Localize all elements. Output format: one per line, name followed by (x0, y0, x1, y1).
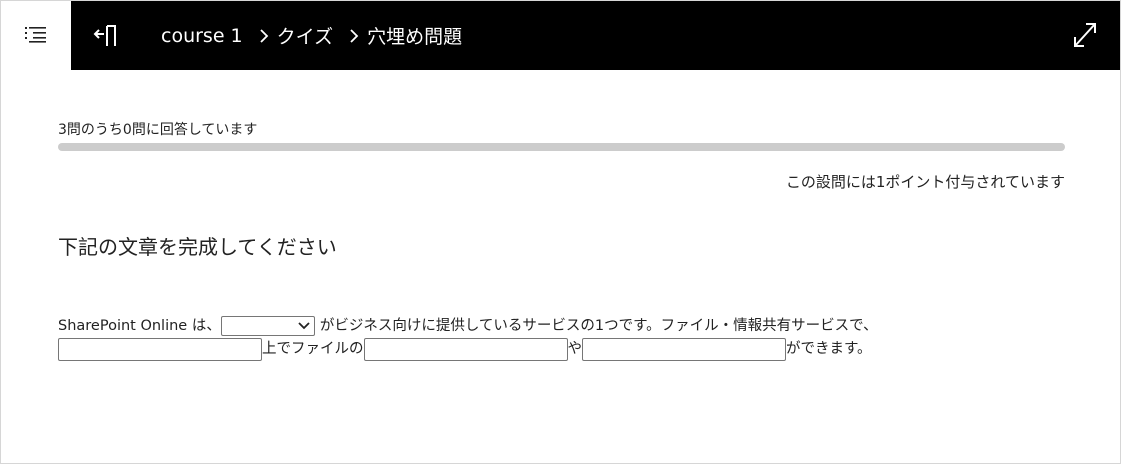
breadcrumb-current: 穴埋め問題 (367, 26, 463, 48)
chevron-down-icon (298, 315, 310, 337)
exit-door-icon (93, 25, 123, 54)
breadcrumb-section[interactable]: クイズ (277, 22, 333, 49)
chevron-right-icon (259, 28, 269, 44)
progress-text: 3問のうち0問に回答しています (58, 122, 258, 138)
points-info: この設問には1ポイント付与されています (785, 173, 1065, 191)
question-line-2: 上でファイルの や ができます。 (58, 337, 878, 361)
question-title: 下記の文章を完成してください (58, 235, 337, 259)
chevron-right-icon (349, 28, 359, 44)
blank-input-3[interactable] (582, 337, 786, 361)
text-segment: がビジネス向けに提供しているサービスの1つです。ファイル・情報共有サービスで、 (319, 318, 878, 334)
fullscreen-button[interactable] (1072, 21, 1098, 49)
answer-dropdown[interactable] (220, 315, 315, 337)
expand-diagonal-icon (1072, 23, 1098, 53)
progress-bar (58, 143, 1065, 151)
menu-list-icon (23, 25, 49, 47)
text-segment: ができます。 (786, 341, 872, 357)
text-segment: や (567, 341, 583, 357)
breadcrumb: course 1 クイズ 穴埋め問題 (161, 1, 462, 70)
text-segment: 上でファイルの (262, 341, 364, 357)
blank-input-2[interactable] (363, 337, 568, 361)
text-segment: SharePoint Online は、 (58, 318, 221, 334)
blank-input-1[interactable] (58, 337, 262, 361)
question-line-1: SharePoint Online は、 がビジネス向けに提供しているサービスの… (58, 316, 878, 336)
top-navigation-bar: course 1 クイズ 穴埋め問題 (71, 1, 1120, 70)
exit-button[interactable] (93, 22, 123, 50)
question-body: SharePoint Online は、 がビジネス向けに提供しているサービスの… (58, 316, 878, 361)
breadcrumb-course[interactable]: course 1 (161, 25, 243, 47)
menu-toggle-button[interactable] (1, 1, 71, 70)
